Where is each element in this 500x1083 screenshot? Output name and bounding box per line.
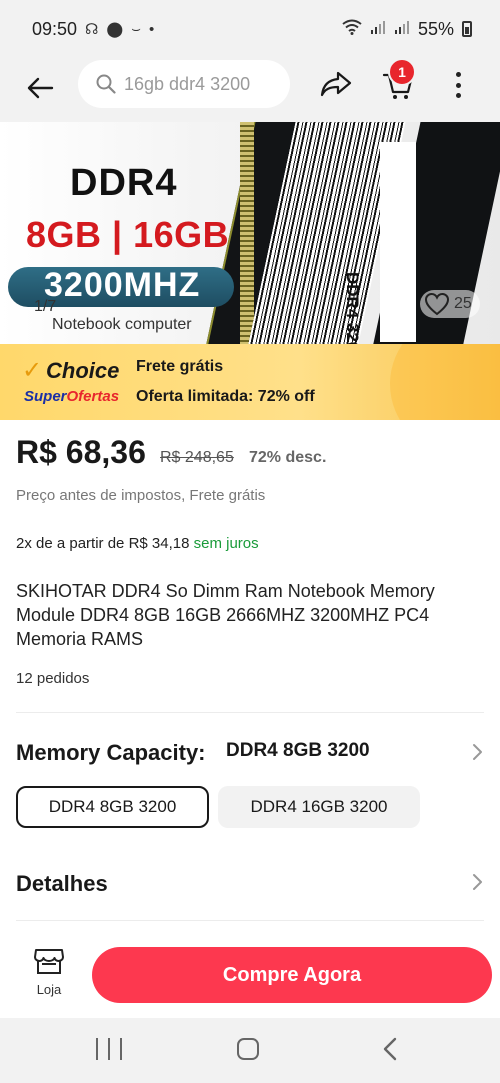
signal-icon: [370, 19, 386, 39]
nav-home-icon[interactable]: [237, 1038, 259, 1060]
chevron-right-icon[interactable]: [470, 742, 484, 762]
product-title: SKIHOTAR DDR4 So Dimm Ram Notebook Memor…: [16, 581, 435, 649]
orders-count: 12 pedidos: [16, 670, 90, 687]
details-section[interactable]: Detalhes: [16, 871, 108, 897]
nav-line: [120, 1038, 122, 1060]
capacity-option-16gb[interactable]: DDR4 16GB 3200: [218, 786, 420, 828]
nav-line: [108, 1038, 110, 1060]
ram-label-sticker: [380, 142, 416, 342]
interest-free-text: sem juros: [193, 535, 259, 552]
nav-recent-icon[interactable]: [96, 1038, 122, 1060]
share-icon: [320, 71, 352, 97]
buy-now-button[interactable]: Compre Agora: [92, 947, 492, 1003]
more-button[interactable]: [446, 68, 470, 102]
ofertas-text: Ofertas: [66, 388, 120, 405]
search-input[interactable]: 16gb ddr4 3200: [78, 60, 290, 108]
status-right: 55%: [342, 19, 472, 40]
headset-icon: ☊: [85, 21, 99, 38]
choice-title: Choice: [46, 358, 120, 383]
discount-label: 72% desc.: [249, 449, 327, 466]
super-ofertas-label: SuperOfertas: [24, 388, 119, 405]
status-time: 09:50: [32, 18, 78, 39]
top-nav: 16gb ddr4 3200 1: [0, 58, 500, 122]
action-bar: Loja Compre Agora: [0, 930, 500, 1018]
store-icon: [34, 949, 64, 974]
chevron-right-icon[interactable]: [470, 872, 484, 892]
current-price: R$ 68,36: [16, 434, 146, 470]
product-page: 09:50 ☊ ⬤ ⌣ • 55% 16gb ddr4 3200 1 DDR4 …: [0, 0, 500, 1083]
image-capacity-text: 8GB | 16GB: [26, 214, 230, 255]
system-nav-bar: [0, 1018, 500, 1083]
search-icon: [96, 74, 116, 94]
capacity-selected-value: DDR4 8GB 3200: [226, 740, 370, 761]
installments-info[interactable]: 2x de a partir de R$ 34,18 sem juros: [16, 535, 259, 552]
more-icon: [455, 72, 461, 77]
tax-note: Preço antes de impostos, Frete grátis: [16, 487, 266, 504]
battery-percent: 55%: [417, 18, 454, 39]
app-notification-icon: ⬤: [106, 21, 124, 38]
more-dot: [455, 82, 461, 88]
signal-2-icon: [394, 19, 410, 39]
cart-badge: 1: [388, 58, 416, 86]
installments-text: 2x de a partir de R$ 34,18: [16, 535, 190, 552]
choice-banner[interactable]: ✓ Choice SuperOfertas Frete grátis Ofert…: [0, 344, 500, 420]
nav-line: [96, 1038, 98, 1060]
image-notebook-text: Notebook computer: [52, 316, 192, 333]
divider: [16, 712, 484, 713]
limited-offer-text: Oferta limitada: 72% off: [136, 388, 315, 405]
divider: [16, 920, 484, 921]
capacity-label: Memory Capacity:: [16, 740, 206, 765]
ram-contacts-image: [240, 122, 254, 344]
super-text: Super: [24, 388, 67, 405]
heart-icon: [424, 292, 450, 316]
dash-icon: ⌣: [131, 20, 142, 38]
image-speed-text: 3200MHZ: [44, 266, 201, 304]
banner-decoration: [390, 344, 500, 420]
original-price: R$ 248,65: [160, 449, 234, 466]
back-arrow-icon: [27, 77, 54, 99]
search-placeholder: 16gb ddr4 3200: [124, 73, 251, 94]
wifi-icon: [342, 19, 362, 39]
more-dot: [455, 93, 461, 98]
store-label: Loja: [36, 982, 62, 997]
back-button[interactable]: [22, 70, 58, 106]
product-image-carousel[interactable]: DDR4 3200 16 DDR4 8GB | 16GB 3200MHZ 1/7…: [0, 122, 500, 344]
nav-back-icon[interactable]: [380, 1036, 400, 1062]
status-left: 09:50 ☊ ⬤ ⌣ •: [32, 19, 154, 40]
dot-icon: •: [149, 20, 155, 38]
image-ddr4-text: DDR4: [70, 162, 178, 204]
like-count: 25: [454, 295, 472, 312]
ram-label-text: DDR4 3200 16: [343, 272, 362, 344]
battery-icon: [462, 21, 472, 37]
free-shipping-text: Frete grátis: [136, 358, 224, 375]
status-bar: 09:50 ☊ ⬤ ⌣ • 55%: [0, 0, 500, 58]
store-button[interactable]: Loja: [24, 946, 74, 1006]
capacity-option-8gb[interactable]: DDR4 8GB 3200: [16, 786, 209, 828]
checkmark-icon: ✓: [22, 357, 43, 384]
wishlist-button[interactable]: 25: [420, 290, 480, 318]
image-counter: 1/7: [34, 298, 57, 315]
share-button[interactable]: [318, 66, 354, 102]
